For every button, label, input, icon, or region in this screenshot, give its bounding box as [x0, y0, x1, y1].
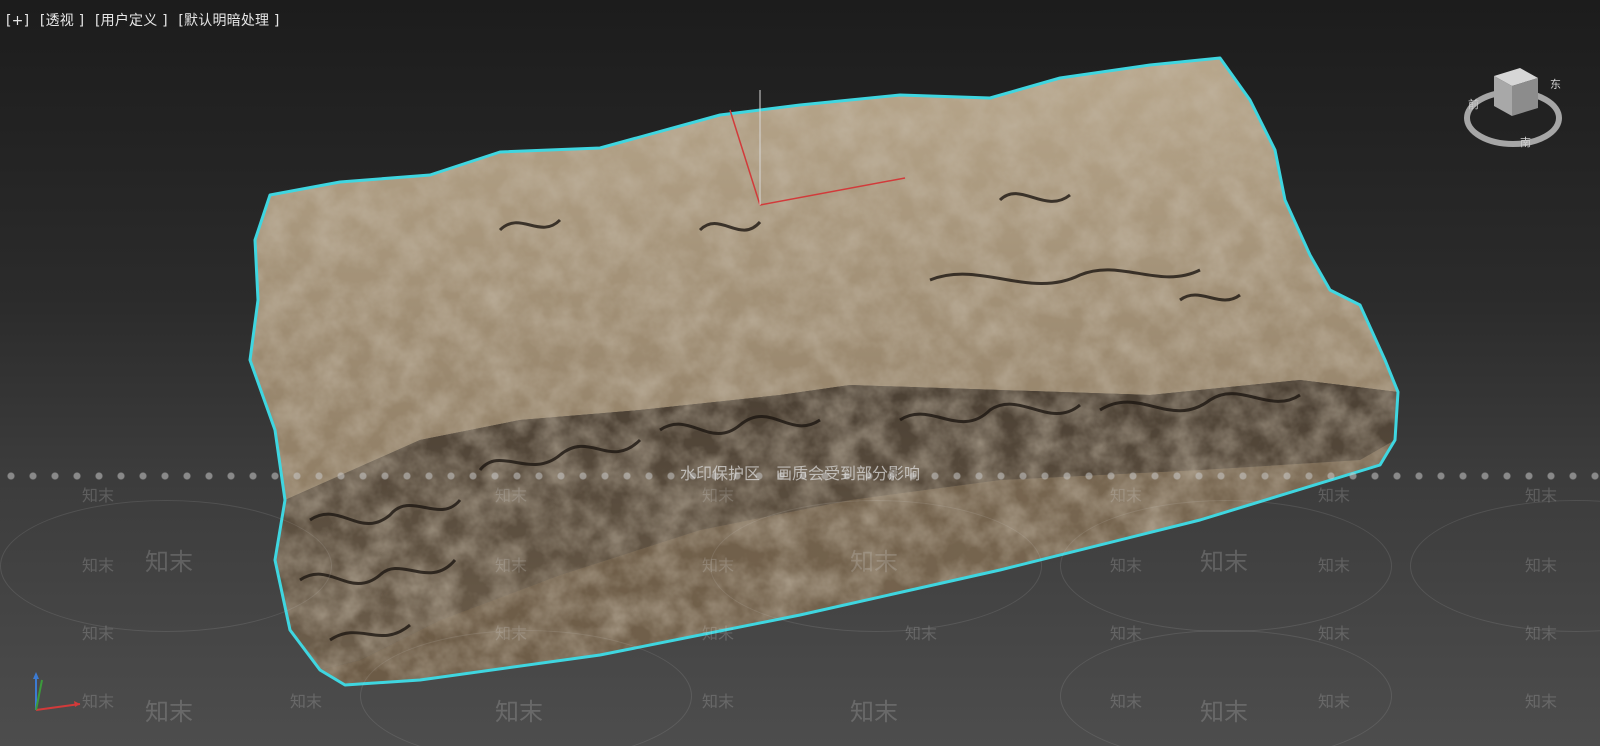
- view-cube-icon[interactable]: 前 东 南: [1458, 46, 1568, 156]
- watermark-mark: 知末: [1525, 624, 1558, 643]
- watermark-mark: 知末: [82, 624, 115, 643]
- watermark-mark: 知末: [1200, 698, 1248, 726]
- watermark-ellipse: [1410, 500, 1600, 632]
- watermark-mark: 知末: [1110, 624, 1143, 643]
- watermark-mark: 知末: [1200, 548, 1248, 576]
- navcube-label-south: 南: [1520, 136, 1531, 149]
- watermark-mark: 知末: [1110, 556, 1143, 575]
- 3d-viewport[interactable]: [+] [透视 ] [用户定义 ] [默认明暗处理 ] 水印保护区 画质会受到部…: [0, 0, 1600, 746]
- navcube-label-east: 东: [1550, 78, 1561, 91]
- watermark-mark: 知末: [495, 624, 528, 643]
- watermark-mark: 知末: [850, 698, 898, 726]
- watermark-mark: 知末: [495, 486, 528, 505]
- axis-tripod-icon: [33, 672, 81, 711]
- watermark-mark: 知末: [82, 556, 115, 575]
- navcube-label-front: 前: [1468, 97, 1479, 111]
- watermark-mark: 知末: [1525, 486, 1558, 505]
- watermark-mark: 知末: [1110, 486, 1143, 505]
- watermark-mark: 知末: [290, 692, 323, 711]
- watermark-mark: 知末: [1318, 624, 1351, 643]
- watermark-mark: 知末: [1525, 556, 1558, 575]
- watermark-mark: 知末: [702, 624, 735, 643]
- watermark-mark: 知末: [1318, 486, 1351, 505]
- watermark-mark: 知末: [1525, 692, 1558, 711]
- watermark-mark: 知末: [82, 486, 115, 505]
- watermark-mark: 知末: [1318, 556, 1351, 575]
- watermark-mark: 知末: [145, 548, 193, 576]
- watermark-mark: 知末: [702, 556, 735, 575]
- watermark-mark: 知末: [702, 486, 735, 505]
- watermark-ellipse: [360, 630, 692, 746]
- watermark-mark: 知末: [1110, 692, 1143, 711]
- watermark-mark: 知末: [1318, 692, 1351, 711]
- watermark-mark: 知末: [495, 698, 543, 726]
- watermark-mark: 知末: [850, 548, 898, 576]
- watermark-grid: 知末 知末 知末 知末 知末 知末 知末 知末 知末 知末 知末 知末 知末 知…: [0, 480, 1600, 746]
- watermark-mark: 知末: [905, 624, 938, 643]
- watermark-mark: 知末: [702, 692, 735, 711]
- watermark-mark: 知末: [495, 556, 528, 575]
- watermark-mark: 知末: [145, 698, 193, 726]
